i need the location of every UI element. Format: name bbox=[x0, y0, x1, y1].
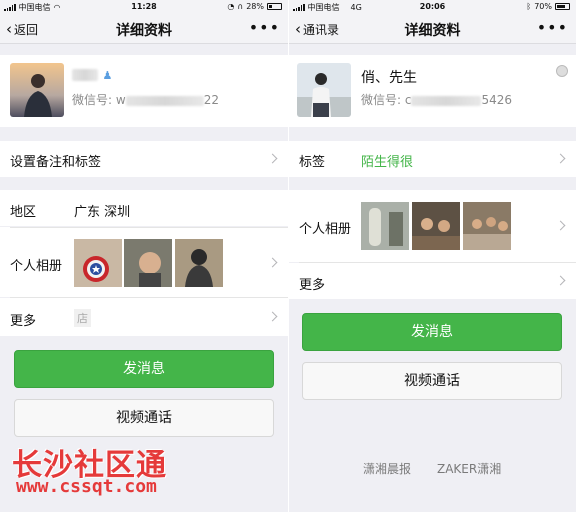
nickname: 俏、先生 bbox=[361, 70, 417, 86]
chevron-right-icon bbox=[555, 220, 566, 231]
more-value: 店 bbox=[74, 309, 91, 327]
video-call-button[interactable]: 视频通话 bbox=[14, 399, 274, 437]
bluetooth-icon: ᛒ bbox=[526, 2, 532, 11]
album-photo[interactable] bbox=[412, 202, 460, 250]
battery-icon bbox=[267, 3, 282, 10]
album-row[interactable]: 个人相册 bbox=[0, 227, 288, 297]
profile-card[interactable]: 俏、先生 微信号: c 5426 bbox=[289, 55, 576, 127]
chevron-right-icon bbox=[555, 275, 566, 286]
tag-value: 陌生得很 bbox=[361, 155, 414, 170]
album-photo[interactable] bbox=[361, 202, 409, 250]
album-photo[interactable] bbox=[463, 202, 511, 250]
wechat-id: 微信号: c 5426 bbox=[361, 93, 513, 107]
chevron-right-icon bbox=[267, 153, 278, 164]
more-options-button[interactable]: ••• bbox=[537, 18, 568, 37]
region-row: 地区 广东 深圳 bbox=[0, 190, 288, 226]
page-title: 详细资料 bbox=[116, 23, 172, 39]
send-message-button[interactable]: 发消息 bbox=[14, 350, 274, 388]
avatar[interactable] bbox=[10, 63, 64, 117]
more-options-button[interactable]: ••• bbox=[249, 18, 280, 37]
album-photo[interactable] bbox=[175, 239, 223, 287]
chevron-right-icon bbox=[267, 257, 278, 268]
battery-percent: 70% bbox=[534, 2, 552, 11]
status-bar: 中国电信 ◠ 11:28 ◔ ∩ 28% bbox=[0, 0, 288, 14]
video-call-button[interactable]: 视频通话 bbox=[302, 362, 562, 400]
page-title: 详细资料 bbox=[404, 23, 461, 39]
region-value: 广东 深圳 bbox=[74, 205, 131, 220]
right-profile-screen: 中国电信 4G 20:06 ᛒ 70% ‹ 通讯录 详细资料 ••• 俏、先生 bbox=[289, 0, 576, 512]
newspaper-watermark: 潇湘晨报 bbox=[363, 462, 412, 476]
album-photo[interactable] bbox=[74, 239, 122, 287]
album-photo[interactable] bbox=[124, 239, 172, 287]
more-label: 更多 bbox=[299, 278, 326, 293]
battery-percent: 28% bbox=[246, 2, 264, 11]
navigation-bar: ‹ 通讯录 详细资料 ••• bbox=[289, 14, 576, 44]
nickname: ♟ bbox=[72, 67, 112, 83]
avatar[interactable] bbox=[297, 63, 351, 117]
tag-label: 标签 bbox=[299, 155, 326, 170]
album-label: 个人相册 bbox=[10, 259, 63, 274]
star-badge-icon bbox=[556, 65, 568, 77]
chevron-right-icon bbox=[267, 311, 278, 322]
album-label: 个人相册 bbox=[299, 222, 352, 237]
wechat-id: 微信号: w 22 bbox=[72, 93, 219, 107]
alarm-icon: ◔ bbox=[227, 2, 235, 11]
send-message-button[interactable]: 发消息 bbox=[302, 313, 562, 351]
zaker-watermark: ZAKER潇湘 bbox=[437, 462, 502, 476]
redacted-name bbox=[72, 69, 98, 81]
battery-icon bbox=[555, 3, 570, 10]
status-bar: 中国电信 4G 20:06 ᛒ 70% bbox=[289, 0, 576, 14]
more-label: 更多 bbox=[10, 314, 37, 329]
redacted-id bbox=[125, 95, 204, 106]
remark-label: 设置备注和标签 bbox=[10, 155, 102, 170]
region-label: 地区 bbox=[10, 205, 37, 220]
tag-row[interactable]: 标签 陌生得很 bbox=[289, 141, 576, 177]
more-row[interactable]: 更多 店 bbox=[0, 297, 288, 336]
headphone-icon: ∩ bbox=[237, 2, 244, 11]
left-profile-screen: 中国电信 ◠ 11:28 ◔ ∩ 28% ‹ 返回 详细资料 ••• ♟ 微信号… bbox=[0, 0, 288, 512]
navigation-bar: ‹ 返回 详细资料 ••• bbox=[0, 14, 288, 44]
more-row[interactable]: 更多 bbox=[289, 262, 576, 299]
contact-person-icon: ♟ bbox=[102, 69, 113, 82]
site-url-watermark: www.cssqt.com bbox=[16, 476, 157, 497]
album-row[interactable]: 个人相册 bbox=[289, 190, 576, 262]
profile-card[interactable]: ♟ 微信号: w 22 bbox=[0, 55, 288, 127]
remark-and-tags-row[interactable]: 设置备注和标签 bbox=[0, 141, 288, 177]
chevron-right-icon bbox=[555, 153, 566, 164]
redacted-id bbox=[411, 95, 482, 106]
